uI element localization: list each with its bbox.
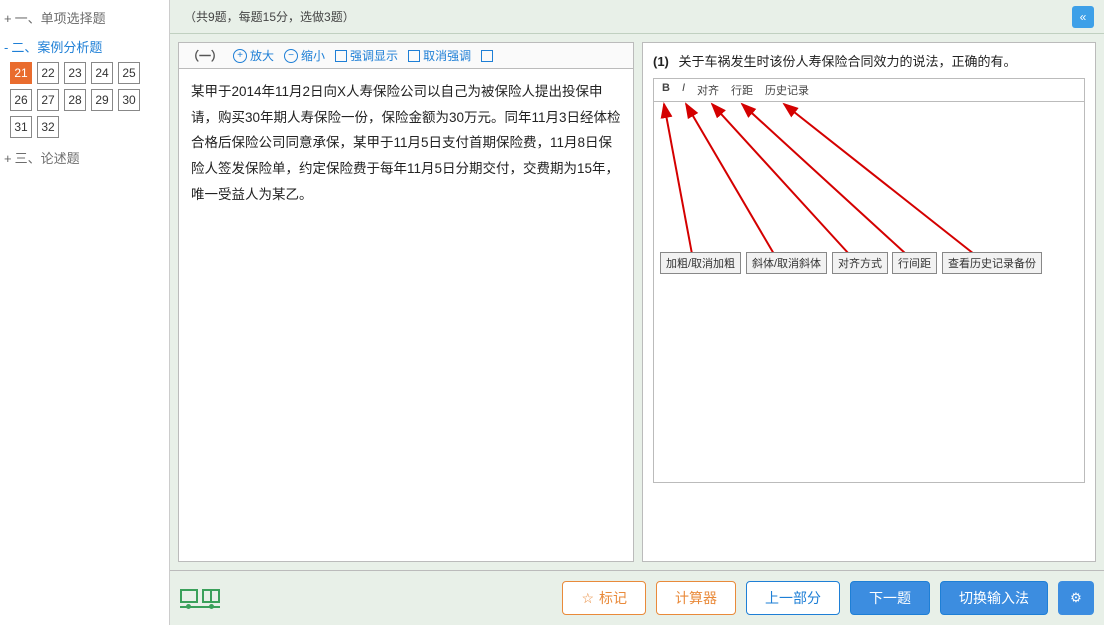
expand-icon: +: [4, 11, 12, 26]
history-button[interactable]: 历史记录: [765, 82, 809, 98]
question-number: (1): [653, 54, 669, 69]
question-nav-24[interactable]: 24: [91, 62, 113, 84]
section-info-text: （共9题，每题15分，选做3题）: [184, 10, 355, 24]
sidebar-section-3[interactable]: +三、论述题: [4, 148, 165, 167]
mark-button[interactable]: ☆标记: [562, 581, 646, 615]
question-nav-31[interactable]: 31: [10, 116, 32, 138]
cancel-highlight-button[interactable]: 取消强调: [408, 47, 471, 64]
plus-icon: +: [233, 49, 247, 63]
minus-icon: −: [284, 49, 298, 63]
layout-switcher[interactable]: [180, 589, 220, 608]
passage-text: 某甲于2014年11月2日向X人寿保险公司以自己为被保险人提出投保申请，购买30…: [179, 69, 633, 217]
zoom-out-button[interactable]: −缩小: [284, 47, 325, 64]
editor-textarea[interactable]: 加粗/取消加粗 斜体/取消斜体 对齐方式 行间距 查看历史记录备份: [654, 102, 1084, 482]
question-nav-32[interactable]: 32: [37, 116, 59, 138]
settings-button[interactable]: ⚙: [1058, 581, 1094, 615]
question-nav-21[interactable]: 21: [10, 62, 32, 84]
question-grid: 2122232425 2627282930 3132: [4, 62, 165, 138]
question-text: 关于车祸发生时该份人寿保险合同效力的说法，正确的有。: [679, 54, 1017, 69]
annotation-italic: 斜体/取消斜体: [746, 252, 827, 274]
question-nav-23[interactable]: 23: [64, 62, 86, 84]
sidebar-section-1[interactable]: +一、单项选择题: [4, 8, 165, 27]
bold-button[interactable]: B: [662, 82, 670, 98]
spacing-button[interactable]: 行距: [731, 82, 753, 98]
sidebar: +一、单项选择题 -二、案例分析题 2122232425 2627282930 31…: [0, 0, 170, 625]
annotation-spacing: 行间距: [892, 252, 937, 274]
highlight-button[interactable]: 强调显示: [335, 47, 398, 64]
annotation-align: 对齐方式: [832, 252, 888, 274]
main-area: （共9题，每题15分，选做3题） « （一） +放大 −缩小 强调显示 取消强调…: [170, 0, 1104, 625]
question-nav-22[interactable]: 22: [37, 62, 59, 84]
question-nav-30[interactable]: 30: [118, 89, 140, 111]
question-header: (1) 关于车祸发生时该份人寿保险合同效力的说法，正确的有。: [643, 43, 1095, 78]
layout-split-icon: [202, 589, 220, 603]
save-icon: [481, 50, 493, 62]
sidebar-section-2[interactable]: -二、案例分析题: [4, 37, 165, 56]
editor-toolbar: B I 对齐 行距 历史记录: [654, 79, 1084, 102]
highlight-icon: [335, 50, 347, 62]
calculator-button[interactable]: 计算器: [656, 581, 736, 615]
passage-toolbar: （一） +放大 −缩小 强调显示 取消强调: [179, 43, 633, 69]
layout-connector-icon: [180, 606, 220, 608]
question-nav-29[interactable]: 29: [91, 89, 113, 111]
italic-button[interactable]: I: [682, 82, 685, 98]
question-nav-28[interactable]: 28: [64, 89, 86, 111]
collapse-icon: -: [4, 40, 8, 55]
section-info-bar: （共9题，每题15分，选做3题） «: [170, 0, 1104, 34]
zoom-in-button[interactable]: +放大: [233, 47, 274, 64]
switch-ime-button[interactable]: 切换输入法: [940, 581, 1048, 615]
annotation-bold: 加粗/取消加粗: [660, 252, 741, 274]
next-question-button[interactable]: 下一题: [850, 581, 930, 615]
passage-pane: （一） +放大 −缩小 强调显示 取消强调 某甲于2014年11月2日向X人寿保…: [178, 42, 634, 562]
passage-section-label: （一）: [187, 47, 223, 64]
gear-icon: ⚙: [1070, 590, 1082, 606]
layout-single-icon: [180, 589, 198, 603]
question-nav-27[interactable]: 27: [37, 89, 59, 111]
bottom-bar: ☆标记 计算器 上一部分 下一题 切换输入法 ⚙: [170, 570, 1104, 625]
align-button[interactable]: 对齐: [697, 82, 719, 98]
answer-pane: (1) 关于车祸发生时该份人寿保险合同效力的说法，正确的有。 B I 对齐 行距…: [642, 42, 1096, 562]
expand-icon: +: [4, 151, 12, 166]
annotation-overlay: 加粗/取消加粗 斜体/取消斜体 对齐方式 行间距 查看历史记录备份: [654, 102, 1084, 482]
question-nav-25[interactable]: 25: [118, 62, 140, 84]
annotation-history: 查看历史记录备份: [942, 252, 1042, 274]
collapse-panel-button[interactable]: «: [1072, 6, 1094, 28]
prev-section-button[interactable]: 上一部分: [746, 581, 840, 615]
answer-editor: B I 对齐 行距 历史记录: [653, 78, 1085, 483]
star-icon: ☆: [581, 590, 594, 607]
save-toggle-button[interactable]: [481, 50, 493, 62]
unhighlight-icon: [408, 50, 420, 62]
question-nav-26[interactable]: 26: [10, 89, 32, 111]
